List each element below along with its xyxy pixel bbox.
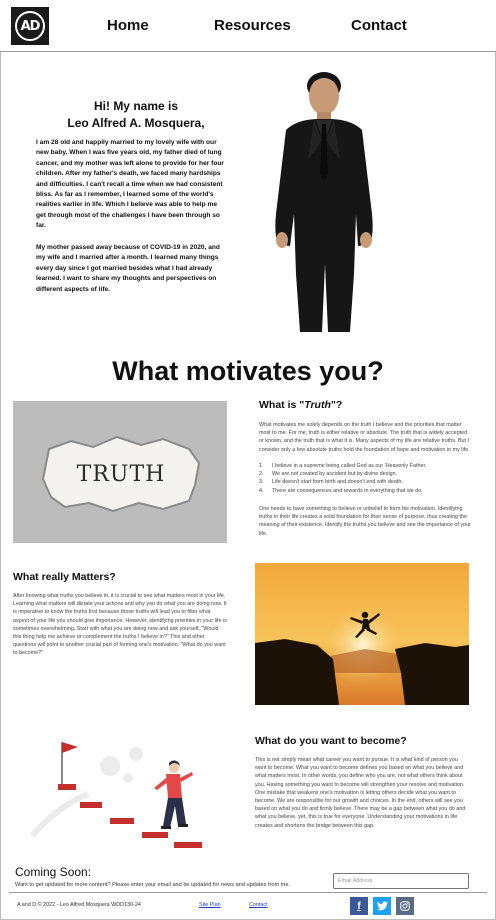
email-input[interactable] (333, 873, 469, 889)
instagram-icon[interactable] (396, 897, 414, 915)
list-item: 1. I believe in a supreme being called Go… (259, 462, 471, 470)
copyright-text: A and D © 2022 - Leo Alfred Mosquera WDD… (17, 902, 141, 908)
list-item-number: 4. (259, 487, 264, 494)
become-paragraph: This is not simply mean what career you … (255, 757, 466, 829)
motivates-heading: What motivates you? (112, 356, 384, 386)
truth-title-suffix: "? (330, 399, 343, 411)
become-title: What do you want to become? (255, 735, 407, 747)
intro-paragraph-2: My mother passed away because of COVID-1… (36, 244, 220, 293)
truth-title-emphasis: Truth (304, 399, 331, 411)
intro-title-line1: Hi! My name is (93, 99, 179, 113)
portrait-image (275, 72, 373, 332)
stairs-illustration (29, 742, 202, 848)
intro-title-line2: Leo Alfred A. Mosquera, (67, 116, 205, 130)
twitter-bird-glyph (376, 901, 388, 911)
matters-title: What really Matters? (13, 571, 116, 583)
list-item-number: 1. (259, 463, 264, 469)
facebook-icon-glyph: f (357, 900, 361, 912)
coming-soon-text: Want to get updated for more content? Pl… (15, 882, 290, 888)
list-item: 2. We are not created by accident but by … (259, 470, 471, 478)
truth-paragraph-2: One needs to have something to believe o… (259, 506, 471, 537)
truth-list: 1. I believe in a supreme being called Go… (259, 462, 471, 495)
truth-image: TRUTH (13, 401, 227, 543)
nav-contact-link[interactable]: Contact (351, 17, 407, 34)
logo-mark: AD (15, 11, 45, 41)
list-item: 4. There are consequences and rewards in … (259, 487, 471, 495)
nav-resources-link[interactable]: Resources (214, 17, 291, 34)
intro-paragraph-1: I am 28 old and happily married to my lo… (36, 139, 224, 230)
sunset-jump-image (255, 563, 469, 705)
list-item-text: There are consequences and rewards in ev… (272, 487, 423, 494)
truth-paragraph-1: What motivates me solely depends on the … (259, 422, 470, 453)
nav-home-link[interactable]: Home (107, 17, 149, 34)
site-logo[interactable]: AD (11, 7, 49, 45)
list-item: 3. Life doesn't start from birth and does… (259, 478, 471, 486)
truth-title: What is "Truth"? (259, 399, 342, 411)
list-item-number: 2. (259, 471, 264, 478)
truth-image-word: TRUTH (77, 462, 166, 487)
truth-title-prefix: What is " (259, 399, 305, 411)
site-plan-link[interactable]: Site Plan (199, 902, 221, 908)
list-item-text: We are not created by accident but by di… (272, 471, 398, 478)
instagram-camera-glyph (400, 901, 410, 911)
intro-title: Hi! My name is Leo Alfred A. Mosquera, (36, 98, 236, 132)
facebook-icon[interactable]: f (350, 897, 368, 915)
footer-divider (9, 892, 487, 893)
footer-contact-link[interactable]: Contact (249, 902, 268, 908)
site-header: AD Home Resources Contact (0, 0, 496, 52)
list-item-number: 3. (259, 479, 264, 486)
coming-soon-title: Coming Soon: (15, 865, 92, 879)
list-item-text: Life doesn't start from birth and doesn'… (272, 479, 403, 486)
twitter-icon[interactable] (373, 897, 391, 915)
matters-paragraph: After knowing what truths you believe in… (13, 593, 227, 657)
list-item-text: I believe in a supreme being called God … (272, 463, 427, 469)
